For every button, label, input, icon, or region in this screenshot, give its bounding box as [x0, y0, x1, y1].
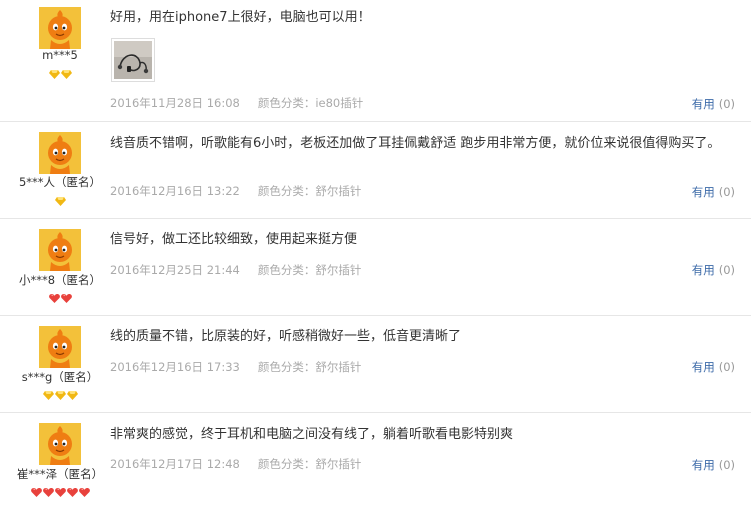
red-heart-icon: [66, 488, 78, 497]
review-item: 小***8（匿名） 信号好，做工还比较细致，使用起来挺方便 2016年12月25…: [0, 219, 751, 316]
review-list: m***5 好用，用在iphone7上很好，电脑也可以用！ 2016年11月28…: [0, 0, 751, 515]
reviewer-nickname: m***5: [42, 48, 78, 62]
credit-badges: [0, 70, 120, 79]
avatar[interactable]: [39, 423, 81, 465]
red-heart-icon: [42, 488, 54, 497]
review-date: 2016年11月28日 16:08: [110, 96, 240, 110]
red-heart-icon: [60, 294, 72, 303]
red-heart-icon: [54, 488, 66, 497]
taobao-mascot-avatar-icon: [39, 132, 81, 174]
review-date: 2016年12月16日 13:22: [110, 184, 240, 198]
review-date: 2016年12月17日 12:48: [110, 457, 240, 471]
review-item: 5***人（匿名） 线音质不错啊，听歌能有6小时，老板还加做了耳挂佩戴舒适 跑步…: [0, 122, 751, 219]
credit-badges: [0, 488, 120, 497]
useful-vote: 有用 (0): [692, 359, 735, 375]
credit-badges: [0, 294, 120, 303]
gold-diamond-icon: [54, 391, 66, 400]
red-heart-icon: [30, 488, 42, 497]
avatar[interactable]: [39, 7, 81, 49]
review-item: 崔***泽（匿名） 非常爽的感觉，终于耳机和电脑之间没有线了，躺着听歌看电影特别…: [0, 413, 751, 513]
review-item: s***g（匿名） 线的质量不错，比原装的好，听感稍微好一些，低音更清晰了 20…: [0, 316, 751, 413]
useful-count: (0): [718, 360, 735, 374]
gold-diamond-icon: [60, 70, 72, 79]
reviewer-nickname: 小***8（匿名）: [18, 273, 102, 287]
review-date: 2016年12月25日 21:44: [110, 263, 240, 277]
review-meta: 2016年12月16日 17:33 颜色分类：舒尔插针: [110, 359, 361, 375]
useful-button[interactable]: 有用: [692, 185, 715, 199]
review-item: m***5 好用，用在iphone7上很好，电脑也可以用！ 2016年11月28…: [0, 0, 751, 122]
taobao-mascot-avatar-icon: [39, 326, 81, 368]
useful-count: (0): [718, 97, 735, 111]
sku-value: 舒尔插针: [315, 184, 362, 198]
gold-diamond-icon: [48, 70, 60, 79]
sku-label: 颜色分类：: [257, 263, 316, 277]
gold-diamond-icon: [66, 391, 78, 400]
credit-badges: [0, 197, 120, 206]
useful-vote: 有用 (0): [692, 184, 735, 200]
useful-button[interactable]: 有用: [692, 458, 715, 472]
useful-count: (0): [718, 263, 735, 277]
sku-label: 颜色分类：: [257, 184, 316, 198]
review-text: 信号好，做工还比较细致，使用起来挺方便: [110, 232, 358, 247]
review-text: 好用，用在iphone7上很好，电脑也可以用！: [110, 10, 371, 25]
taobao-mascot-avatar-icon: [39, 7, 81, 49]
gold-diamond-icon: [42, 391, 54, 400]
red-heart-icon: [48, 294, 60, 303]
avatar[interactable]: [39, 132, 81, 174]
reviewer-nickname: 崔***泽（匿名）: [16, 467, 104, 481]
review-photo-thumbnail[interactable]: [111, 38, 155, 82]
review-meta: 2016年12月25日 21:44 颜色分类：舒尔插针: [110, 262, 361, 278]
gold-diamond-icon: [54, 197, 66, 206]
sku-label: 颜色分类：: [257, 96, 316, 110]
reviewer-nickname: 5***人（匿名）: [18, 175, 102, 189]
taobao-mascot-avatar-icon: [39, 229, 81, 271]
useful-count: (0): [718, 185, 735, 199]
review-meta: 2016年11月28日 16:08 颜色分类：ie80插针: [110, 95, 363, 111]
reviewer-nickname: s***g（匿名）: [21, 370, 99, 384]
useful-button[interactable]: 有用: [692, 360, 715, 374]
sku-value: 舒尔插针: [315, 263, 362, 277]
sku-value: ie80插针: [315, 96, 364, 110]
taobao-mascot-avatar-icon: [39, 423, 81, 465]
review-meta: 2016年12月17日 12:48 颜色分类：舒尔插针: [110, 456, 361, 472]
review-meta: 2016年12月16日 13:22 颜色分类：舒尔插针: [110, 183, 361, 199]
review-text: 非常爽的感觉，终于耳机和电脑之间没有线了，躺着听歌看电影特别爽: [110, 427, 514, 442]
sku-label: 颜色分类：: [257, 457, 316, 471]
credit-badges: [0, 391, 120, 400]
review-date: 2016年12月16日 17:33: [110, 360, 240, 374]
useful-button[interactable]: 有用: [692, 263, 715, 277]
useful-vote: 有用 (0): [692, 262, 735, 278]
review-text: 线音质不错啊，听歌能有6小时，老板还加做了耳挂佩戴舒适 跑步用非常方便，就价位来…: [110, 136, 721, 151]
red-heart-icon: [78, 488, 90, 497]
avatar[interactable]: [39, 229, 81, 271]
sku-label: 颜色分类：: [257, 360, 316, 374]
sku-value: 舒尔插针: [315, 457, 362, 471]
sku-value: 舒尔插针: [315, 360, 362, 374]
avatar[interactable]: [39, 326, 81, 368]
useful-vote: 有用 (0): [692, 96, 735, 112]
useful-button[interactable]: 有用: [692, 97, 715, 111]
useful-vote: 有用 (0): [692, 457, 735, 473]
useful-count: (0): [718, 458, 735, 472]
review-text: 线的质量不错，比原装的好，听感稍微好一些，低音更清晰了: [110, 329, 462, 344]
